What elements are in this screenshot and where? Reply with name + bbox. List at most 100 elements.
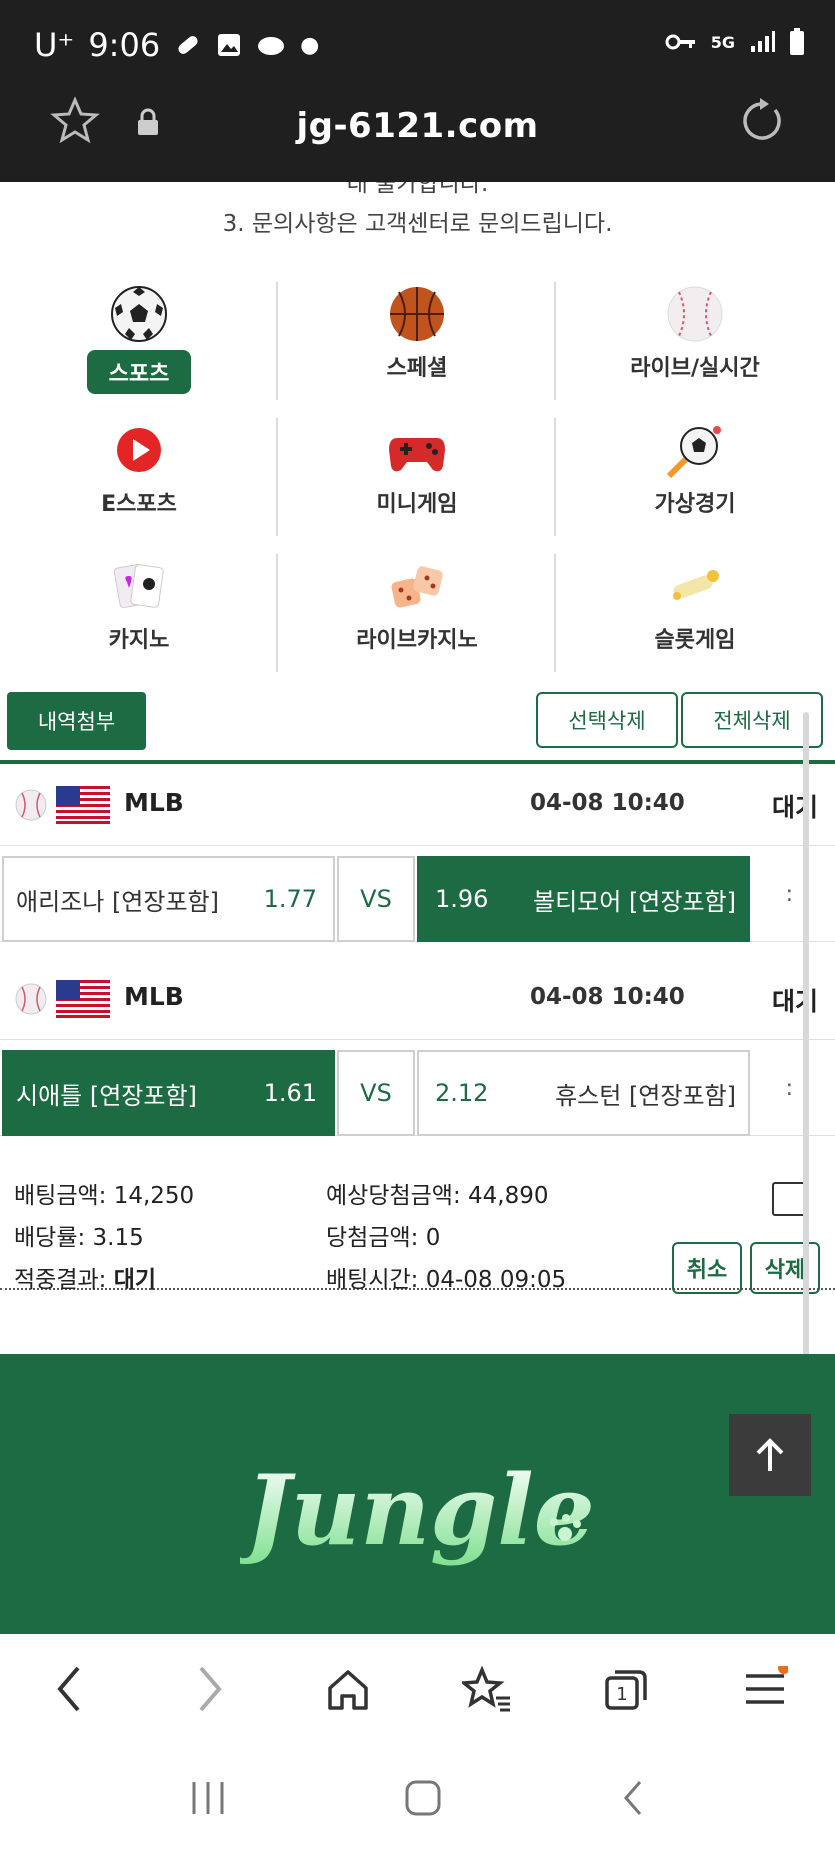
bet-amount: 배팅금액: 14,250 <box>14 1183 195 1209</box>
select-delete-button[interactable]: 선택삭제 <box>536 692 678 748</box>
game-header: MLB 04-08 10:40 대기 <box>0 960 835 1040</box>
extra-marker: : <box>785 1076 793 1101</box>
soccer-ball-icon <box>111 286 167 342</box>
category-label: 가상경기 <box>654 492 736 517</box>
cards-icon <box>113 564 164 608</box>
category-casino[interactable]: 카지노 <box>0 554 278 672</box>
pill-icon <box>178 36 198 54</box>
category-label: 스페셜 <box>386 356 448 381</box>
bookmark-list-icon <box>462 1666 511 1712</box>
category-live[interactable]: 라이브/실시간 <box>556 282 834 400</box>
notice-line-2: 3. 문의사항은 고객센터로 문의드립니다. <box>222 211 613 237</box>
category-label: 미니게임 <box>376 492 458 517</box>
scroll-to-top-button[interactable] <box>729 1414 811 1496</box>
tabs-icon: 1 <box>605 1670 647 1710</box>
us-flag-icon <box>56 980 110 1018</box>
system-back-button[interactable] <box>618 1778 648 1822</box>
game-status: 대기 <box>772 793 819 822</box>
menu-button[interactable] <box>730 1654 800 1724</box>
away-odds: 1.96 <box>435 885 489 913</box>
gallery-icon <box>218 34 241 56</box>
category-label: 라이브/실시간 <box>630 356 760 381</box>
game-time: 04-08 10:40 <box>530 790 685 816</box>
category-virtual[interactable]: 가상경기 <box>556 418 834 536</box>
category-esports[interactable]: E스포츠 <box>0 418 278 536</box>
game-status: 대기 <box>772 987 819 1016</box>
browser-url-bar: jg-6121.com <box>0 96 835 182</box>
chevron-left-icon <box>56 1666 80 1712</box>
url-text[interactable]: jg-6121.com <box>0 106 835 146</box>
dice-icon <box>391 566 443 608</box>
home-team: 시애틀 [연장포함] <box>16 1081 197 1110</box>
home-odds: 1.61 <box>263 1079 317 1107</box>
status-right: 5G <box>665 28 805 56</box>
win-amount: 당첨금액: 0 <box>326 1225 441 1251</box>
away-team: 휴스턴 [연장포함] <box>555 1081 736 1110</box>
rocket-ball-icon <box>666 426 721 479</box>
baseball-icon <box>15 789 47 821</box>
menu-icon <box>746 1666 789 1704</box>
network-label: 5G <box>710 32 735 52</box>
select-checkbox[interactable] <box>772 1182 806 1216</box>
odds-row: 애리조나 [연장포함] 1.77 VS 1.96 볼티모어 [연장포함] : <box>0 846 835 942</box>
recent-apps-button[interactable] <box>188 1780 228 1820</box>
reload-icon[interactable] <box>739 98 785 144</box>
category-menu: 스포츠 스페셜 라이브/실시간 E스포츠 미니게임 가상경기 카지노 라이브카지… <box>0 282 835 690</box>
extra-marker: : <box>785 882 793 907</box>
chevron-right-icon <box>199 1666 222 1712</box>
away-team: 볼티모어 [연장포함] <box>533 887 736 916</box>
away-odds-button[interactable]: 1.96 볼티모어 [연장포함] <box>417 856 750 942</box>
recent-apps-icon <box>192 1782 223 1814</box>
status-left: U⁺ 9:06 ● <box>34 26 319 64</box>
away-odds: 2.12 <box>435 1079 489 1107</box>
back-button[interactable] <box>35 1654 105 1724</box>
home-icon <box>328 1670 368 1710</box>
category-label: 슬롯게임 <box>654 628 736 653</box>
bet-summary: 배팅금액: 14,250 배당률: 3.15 적중결과: 대기 예상당첨금액: … <box>0 1168 835 1294</box>
jungle-logo: Jungle <box>240 1454 595 1567</box>
baseball-icon <box>15 983 47 1015</box>
category-special[interactable]: 스페셜 <box>278 282 556 400</box>
category-sports[interactable]: 스포츠 <box>0 282 278 400</box>
dot-icon: ● <box>300 32 320 58</box>
league-name: MLB <box>124 788 184 817</box>
scrollbar[interactable] <box>803 712 809 1354</box>
system-back-icon <box>623 1781 641 1815</box>
baseball-icon <box>667 286 723 342</box>
us-flag-icon <box>56 786 110 824</box>
bet-time: 배팅시간: 04-08 09:05 <box>326 1267 567 1293</box>
bookmarks-button[interactable] <box>452 1654 522 1724</box>
cloud-icon <box>258 37 285 55</box>
play-button-icon <box>117 428 161 472</box>
system-home-button[interactable] <box>403 1778 443 1822</box>
category-slot[interactable]: 슬롯게임 <box>556 554 834 672</box>
home-odds-button[interactable]: 애리조나 [연장포함] 1.77 <box>2 856 335 942</box>
away-odds-button[interactable]: 2.12 휴스턴 [연장포함] <box>417 1050 750 1136</box>
footer-banner: Jungle <box>0 1354 835 1634</box>
bet-result: 적중결과: 대기 <box>14 1267 157 1293</box>
page-content: 대 불가합니다. 3. 문의사항은 고객센터로 문의드립니다. 스포츠 스페셜 … <box>0 182 835 1354</box>
status-bar: U⁺ 9:06 ● 5G <box>0 0 835 96</box>
forward-button[interactable] <box>174 1654 244 1724</box>
category-minigame[interactable]: 미니게임 <box>278 418 556 536</box>
battery-icon <box>790 28 804 55</box>
delete-button[interactable]: 삭제 <box>750 1242 820 1294</box>
system-nav-bar <box>0 1744 835 1856</box>
browser-bottom-nav: 1 <box>0 1634 835 1744</box>
category-live-casino[interactable]: 라이브카지노 <box>278 554 556 672</box>
notice-line-1: 대 불가합니다. <box>346 182 489 197</box>
divider <box>0 760 835 764</box>
delete-all-button[interactable]: 전체삭제 <box>681 692 823 748</box>
cancel-button[interactable]: 취소 <box>672 1242 742 1294</box>
league-name: MLB <box>124 982 184 1011</box>
category-label: 스포츠 <box>86 350 192 394</box>
category-label: 카지노 <box>108 628 170 653</box>
home-button[interactable] <box>313 1654 383 1724</box>
category-label: E스포츠 <box>101 492 177 517</box>
attach-history-button[interactable]: 내역첨부 <box>7 692 146 750</box>
vs-label: VS <box>337 856 415 942</box>
svg-text:Jungle: Jungle <box>240 1454 595 1567</box>
tabs-button[interactable]: 1 <box>591 1654 661 1724</box>
home-odds-button[interactable]: 시애틀 [연장포함] 1.61 <box>2 1050 335 1136</box>
home-odds: 1.77 <box>263 885 317 913</box>
